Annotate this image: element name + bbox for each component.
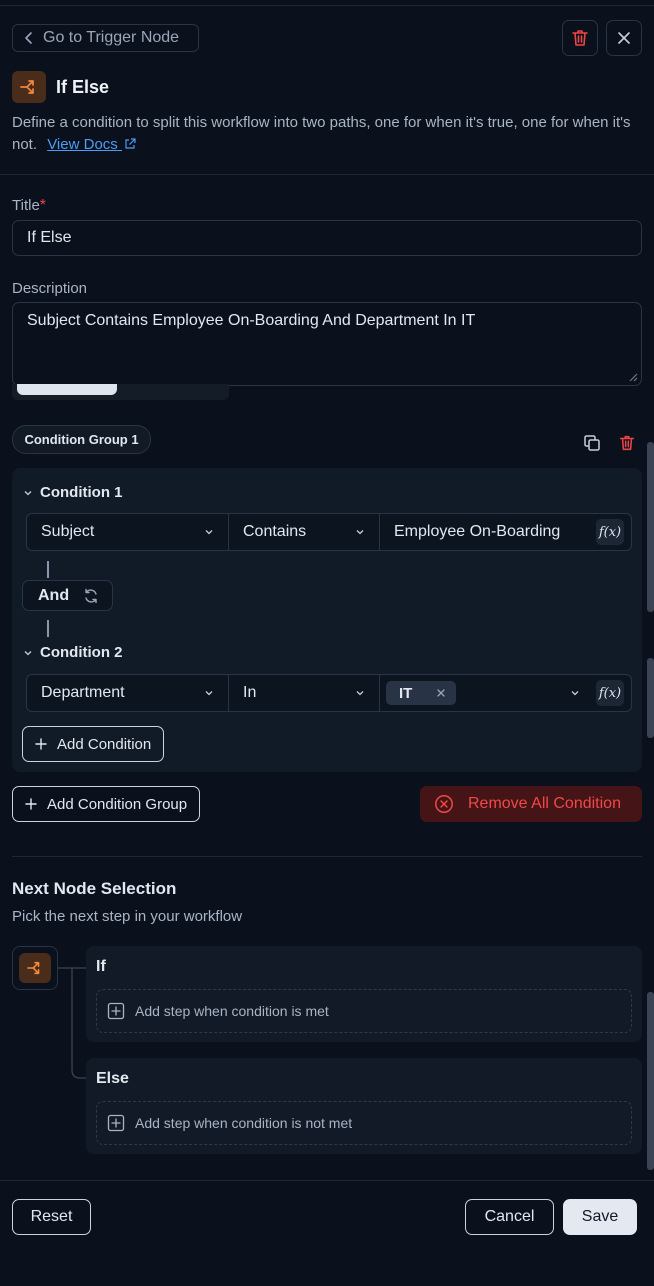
condition-1-header[interactable]: Condition 1 (24, 484, 123, 501)
description-textarea[interactable]: Subject Contains Employee On-Boarding An… (12, 302, 642, 386)
condition-2-operator-value: In (243, 684, 257, 701)
save-button[interactable]: Save (563, 1199, 637, 1235)
close-panel-button[interactable] (606, 20, 642, 56)
add-step-if-label: Add step when condition is met (135, 1003, 329, 1019)
external-link-icon (125, 138, 136, 149)
copy-icon (584, 435, 600, 451)
condition-2-value-multiselect[interactable]: IT f(x) (380, 675, 631, 711)
section-divider (12, 856, 642, 857)
duplicate-group-button[interactable] (583, 434, 601, 457)
description-value: Subject Contains Employee On-Boarding An… (27, 312, 476, 329)
function-icon[interactable]: f(x) (596, 519, 624, 545)
remove-tag-icon[interactable] (436, 688, 446, 698)
next-node-subtitle: Pick the next step in your workflow (12, 908, 243, 925)
footer-divider (0, 1180, 654, 1181)
and-toggle-button[interactable]: And (22, 580, 113, 611)
cancel-button[interactable]: Cancel (465, 1199, 554, 1235)
next-node-title: Next Node Selection (12, 879, 177, 898)
go-to-trigger-node-button[interactable]: Go to Trigger Node (12, 24, 199, 52)
if-branch-label: If (96, 958, 106, 975)
add-step-else-label: Add step when condition is not met (135, 1115, 353, 1131)
add-step-if-button[interactable]: Add step when condition is met (96, 989, 632, 1033)
add-condition-button[interactable]: Add Condition (22, 726, 164, 762)
add-condition-group-label: Add Condition Group (47, 795, 188, 813)
delete-node-button[interactable] (562, 20, 598, 56)
add-condition-label: Add Condition (57, 735, 152, 753)
trash-icon (572, 30, 588, 46)
chevron-down-icon[interactable] (570, 688, 580, 698)
function-icon[interactable]: f(x) (596, 680, 624, 706)
chevron-down-icon (205, 691, 213, 696)
chevron-down-icon (24, 490, 32, 495)
title-label-text: Title (12, 197, 40, 214)
title-input-value: If Else (27, 229, 72, 246)
condition-1-field-value: Subject (41, 523, 95, 540)
node-title: If Else (56, 77, 110, 97)
condition-scrollbar[interactable] (647, 442, 654, 612)
condition-1-title: Condition 1 (40, 484, 123, 501)
condition-2-title: Condition 2 (40, 644, 123, 661)
top-divider (0, 5, 654, 6)
condition-1-operator-value: Contains (243, 523, 307, 540)
node-description: Define a condition to split this workflo… (12, 112, 642, 156)
refresh-icon (85, 588, 97, 603)
back-label: Go to Trigger Node (43, 29, 180, 46)
value-controls: f(x) (570, 680, 624, 706)
chevron-down-icon (356, 691, 364, 696)
required-mark: * (39, 197, 47, 214)
remove-all-condition-button[interactable]: Remove All Condition (420, 786, 642, 822)
view-docs-label: View Docs (47, 136, 118, 153)
circle-x-icon (435, 795, 453, 813)
description-label: Description (12, 280, 88, 297)
add-condition-group-button[interactable]: Add Condition Group (12, 786, 200, 822)
condition-2-row: Department In IT f(x) (26, 674, 632, 712)
else-branch-label: Else (96, 1070, 129, 1087)
chevron-down-icon (205, 530, 213, 535)
trash-icon (619, 435, 635, 451)
branch-icon (20, 80, 34, 94)
plus-square-icon (107, 1114, 125, 1132)
panel-scrollbar[interactable] (647, 992, 654, 1170)
title-input[interactable]: If Else (12, 220, 642, 256)
plus-icon (35, 738, 47, 750)
view-docs-link[interactable]: View Docs (47, 136, 136, 153)
condition-2-field-value: Department (41, 684, 125, 701)
remove-all-label: Remove All Condition (468, 795, 621, 812)
tab-switcher-active-remnant (17, 384, 117, 395)
condition-2-operator-select[interactable]: In (229, 675, 380, 711)
selected-tag-label: IT (399, 684, 413, 702)
condition-1-value-input[interactable]: Employee On-Boarding f(x) (380, 514, 631, 550)
chevron-down-icon (24, 650, 32, 655)
plus-icon (25, 798, 37, 810)
chevron-down-icon (356, 530, 364, 535)
plus-square-icon (107, 1002, 125, 1020)
condition-1-operator-select[interactable]: Contains (229, 514, 380, 550)
current-node-tile (12, 946, 58, 990)
branch-icon (27, 961, 40, 975)
delete-group-button[interactable] (618, 434, 636, 457)
condition-1-field-select[interactable]: Subject (27, 514, 229, 550)
section-divider (0, 174, 654, 175)
condition-group-badge: Condition Group 1 (12, 425, 151, 454)
condition-1-row: Subject Contains Employee On-Boarding f(… (26, 513, 632, 551)
reset-button[interactable]: Reset (12, 1199, 91, 1235)
title-label: Title* (12, 197, 46, 215)
condition-2-field-select[interactable]: Department (27, 675, 229, 711)
chevron-left-icon (25, 32, 32, 44)
condition-2-header[interactable]: Condition 2 (24, 644, 123, 661)
branch-connector-lines (58, 967, 86, 1079)
selected-tag: IT (386, 681, 457, 705)
if-else-node-icon (12, 71, 46, 103)
add-step-else-button[interactable]: Add step when condition is not met (96, 1101, 632, 1145)
connector-line (47, 620, 49, 637)
close-icon (618, 32, 630, 44)
condition-1-value: Employee On-Boarding (394, 523, 561, 540)
connector-label: And (38, 586, 70, 604)
connector-line (47, 561, 49, 578)
if-else-node-icon (19, 953, 51, 983)
condition-scrollbar-lower[interactable] (647, 658, 654, 738)
resize-handle-icon[interactable] (628, 372, 638, 382)
